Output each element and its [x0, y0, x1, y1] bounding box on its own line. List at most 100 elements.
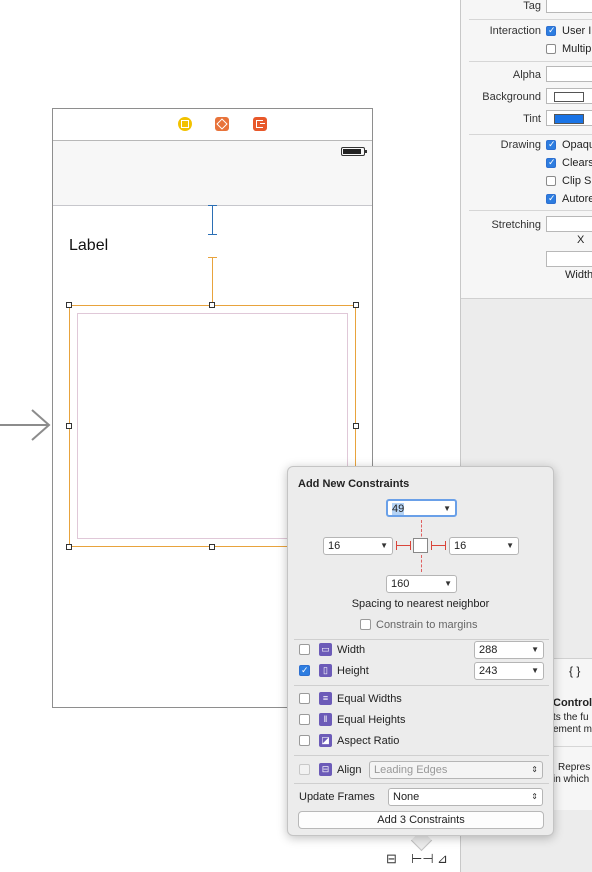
height-constraint-icon: ▯ — [319, 664, 332, 677]
multiple-touch-checkbox[interactable] — [546, 44, 556, 54]
divider — [551, 746, 592, 747]
view-controller-icon[interactable] — [178, 117, 192, 131]
tag-field[interactable] — [546, 0, 592, 13]
left-pin[interactable] — [396, 545, 411, 546]
scene-dock — [53, 109, 372, 141]
constraint-cap — [208, 234, 217, 235]
right-pin[interactable] — [431, 545, 446, 546]
tint-color-well[interactable] — [546, 110, 592, 126]
divider — [469, 210, 592, 211]
constraint-cap — [208, 205, 217, 206]
aspect-ratio-checkbox[interactable] — [299, 735, 310, 746]
resize-handle-bottom-left[interactable] — [66, 544, 72, 550]
bottom-spacing-field[interactable]: 160 ▼ — [386, 575, 457, 593]
spacing-caption: Spacing to nearest neighbor — [351, 598, 490, 610]
width-value-field[interactable]: 288 ▼ — [474, 641, 544, 659]
library-item-desc: in which — [553, 774, 590, 785]
autoresize-label: Autore — [562, 193, 592, 205]
background-color-well[interactable] — [546, 88, 592, 104]
constraint-target-box — [413, 538, 428, 553]
equal-widths-icon: ≡ — [319, 692, 332, 705]
divider — [294, 685, 549, 686]
interaction-label: Interaction — [489, 25, 541, 37]
align-label: Align — [337, 764, 362, 776]
opaque-label: Opaqu — [562, 139, 592, 151]
update-frames-select[interactable]: None ⇕ — [388, 788, 543, 806]
constrain-margins-label: Constrain to margins — [376, 619, 478, 631]
drawing-label: Drawing — [500, 139, 541, 151]
width-checkbox[interactable] — [299, 644, 310, 655]
inspector-view-section: Tag Interaction User I Multip Alpha Back… — [461, 0, 592, 299]
library-item-desc: Repres — [558, 762, 591, 773]
equal-heights-checkbox[interactable] — [299, 714, 310, 725]
height-value-field[interactable]: 243 ▼ — [474, 662, 544, 680]
multiple-touch-label: Multip — [562, 43, 592, 55]
first-responder-icon[interactable] — [215, 117, 229, 131]
pin-cap — [445, 541, 446, 550]
resize-handle-right[interactable] — [353, 423, 359, 429]
divider — [294, 639, 549, 640]
user-interaction-label: User I — [562, 25, 592, 37]
align-icon: ⊟ — [319, 763, 332, 776]
width-label: Width — [337, 644, 366, 656]
pin-cap — [396, 541, 397, 550]
background-label: Background — [482, 91, 541, 103]
align-checkbox[interactable] — [299, 764, 310, 775]
pin-cap — [410, 541, 411, 550]
right-spacing-field[interactable]: 16 ▼ — [449, 537, 519, 555]
object-library[interactable]: Control ts the fu ement m Repres in whic… — [551, 684, 592, 810]
navigation-bar — [53, 141, 372, 206]
battery-icon — [341, 147, 367, 156]
label-element[interactable]: Label — [69, 237, 108, 255]
stack-icon[interactable]: ⊟ — [386, 851, 397, 867]
divider — [469, 61, 592, 62]
equal-widths-checkbox[interactable] — [299, 693, 310, 704]
stretching-label: Stretching — [491, 219, 541, 231]
left-spacing-field[interactable]: 16 ▼ — [323, 537, 393, 555]
constraint-cap — [208, 257, 217, 258]
width-constraint-icon: ▭ — [319, 643, 332, 656]
align-select[interactable]: Leading Edges ⇕ — [369, 761, 543, 779]
vertical-spacing-constraint[interactable] — [212, 257, 213, 305]
top-spacing-field[interactable]: 49 ▼ — [386, 499, 457, 517]
equal-heights-icon: ‖ — [319, 713, 332, 726]
pin-cap — [431, 541, 432, 550]
top-layout-constraint[interactable] — [212, 205, 213, 235]
stretching-x-field[interactable] — [546, 216, 592, 232]
equal-widths-label: Equal Widths — [337, 693, 402, 705]
divider — [469, 19, 592, 20]
exit-icon[interactable] — [253, 117, 267, 131]
aspect-ratio-label: Aspect Ratio — [337, 735, 400, 747]
clears-context-label: Clears — [562, 157, 592, 169]
clip-subviews-label: Clip S — [562, 175, 592, 187]
resize-handle-top-left[interactable] — [66, 302, 72, 308]
divider — [469, 134, 592, 135]
tint-label: Tint — [523, 113, 541, 125]
code-snippet-icon[interactable]: { } — [569, 664, 580, 678]
opaque-checkbox[interactable] — [546, 139, 556, 150]
alpha-field[interactable] — [546, 66, 592, 82]
add-constraints-popover: Add New Constraints 49 ▼ 16 ▼ 16 ▼ 160 ▼ Spa… — [287, 466, 554, 836]
user-interaction-checkbox[interactable] — [546, 25, 556, 36]
storyboard-entry-arrow-icon — [0, 409, 51, 441]
clears-context-checkbox[interactable] — [546, 157, 556, 168]
resize-handle-bottom[interactable] — [209, 544, 215, 550]
alpha-label: Alpha — [512, 69, 541, 81]
add-constraints-button[interactable]: Add 3 Constraints — [298, 811, 544, 829]
pin-icon[interactable]: ⊢⊣ — [411, 851, 434, 867]
height-checkbox[interactable] — [299, 665, 310, 676]
library-item-desc: ts the fu — [553, 712, 589, 723]
resize-handle-left[interactable] — [66, 423, 72, 429]
resize-handle-top-right[interactable] — [353, 302, 359, 308]
tag-label: Tag — [523, 0, 541, 12]
constrain-margins-checkbox[interactable] — [360, 619, 371, 630]
resolve-icon[interactable]: ⊿ — [437, 851, 448, 867]
library-tab-bar: { } — [551, 658, 592, 686]
width-label: Width — [565, 269, 592, 281]
clip-subviews-checkbox[interactable] — [546, 176, 556, 186]
library-item-title: Control — [553, 697, 592, 709]
resize-handle-top[interactable] — [209, 302, 215, 308]
stretching-width-field[interactable] — [546, 251, 592, 267]
bottom-pin[interactable] — [421, 555, 422, 572]
autoresize-checkbox[interactable] — [546, 193, 556, 204]
